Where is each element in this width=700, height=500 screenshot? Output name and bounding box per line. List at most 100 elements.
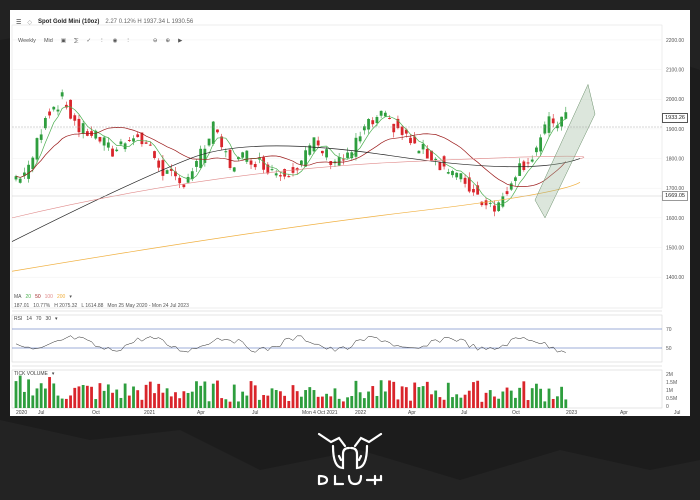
candle[interactable] [52,106,56,110]
candle[interactable] [522,161,526,170]
candle[interactable] [27,164,30,179]
candle[interactable] [106,142,110,148]
annotate-icon[interactable]: ⋮ [99,38,105,44]
candle[interactable] [144,142,148,144]
candle[interactable] [60,92,64,97]
candle[interactable] [211,121,215,144]
candle[interactable] [182,184,186,188]
candle[interactable] [287,176,291,178]
candle[interactable] [69,99,72,119]
candle[interactable] [320,150,324,154]
candle[interactable] [358,136,362,142]
draw-tool-icon[interactable]: ✓ [86,38,91,44]
candle[interactable] [245,150,249,162]
indicators-icon[interactable]: ⅀ [74,38,78,44]
zoom-in-icon[interactable]: ⊕ [166,38,171,44]
candle[interactable] [354,137,358,157]
candle[interactable] [421,143,425,150]
candle[interactable] [535,147,538,153]
candle[interactable] [18,178,22,183]
candle[interactable] [199,148,203,168]
candle[interactable] [153,151,156,158]
rsi-dropdown-icon[interactable]: ▾ [55,316,58,322]
candle[interactable] [48,111,51,116]
candle[interactable] [530,159,534,162]
candle[interactable] [195,160,198,167]
candle[interactable] [564,112,568,119]
chart-type-icon[interactable]: ▣ [61,38,66,44]
chart-window[interactable]: 2200.00 2100.00 2000.00 1900.00 1800.00 1700.… [10,10,690,416]
chart-canvas[interactable]: 2200.002100.002000.001900.001800.001700.… [10,10,690,416]
visibility-icon[interactable]: ◉ [113,38,118,44]
candle[interactable] [224,151,228,153]
candle[interactable] [337,157,341,166]
candle[interactable] [375,116,379,124]
price-type-selector[interactable]: Mid [44,38,53,44]
candle[interactable] [455,172,459,178]
candle[interactable] [497,202,501,212]
candle[interactable] [43,117,47,129]
candle[interactable] [157,160,161,168]
ma-dropdown-icon[interactable]: ▾ [69,294,72,300]
candle[interactable] [161,160,165,176]
candle[interactable] [325,149,328,158]
candle[interactable] [81,123,85,134]
candle[interactable] [484,200,488,206]
volume-dropdown-icon[interactable]: ▾ [52,371,55,377]
candle[interactable] [35,138,39,160]
candle[interactable] [509,183,513,190]
menu-icon[interactable]: ☰ [16,19,21,26]
candle[interactable] [73,115,77,121]
candle[interactable] [501,196,505,207]
ma50-label[interactable]: 50 [35,294,41,300]
candle[interactable] [459,173,463,180]
candle[interactable] [77,118,81,133]
candle[interactable] [551,118,555,124]
candle[interactable] [547,116,551,133]
candle[interactable] [274,173,278,176]
candle[interactable] [249,160,253,165]
candle[interactable] [434,158,438,161]
candle[interactable] [115,149,119,152]
ma200-label[interactable]: 200 [57,294,65,300]
candle[interactable] [241,152,245,158]
candle[interactable] [341,159,345,161]
zoom-out-icon[interactable]: ⊖ [153,38,158,44]
candle[interactable] [367,119,370,130]
candle[interactable] [270,169,274,171]
candle[interactable] [253,164,257,168]
candle[interactable] [493,205,496,212]
candle[interactable] [417,150,421,154]
candle[interactable] [400,126,404,135]
candle[interactable] [102,137,106,146]
candle[interactable] [425,148,429,159]
candle[interactable] [279,175,282,177]
candle[interactable] [346,152,349,158]
candle[interactable] [316,140,320,146]
candle[interactable] [388,117,391,119]
candle[interactable] [446,172,450,174]
candle[interactable] [283,169,287,177]
candle[interactable] [56,109,60,112]
candle[interactable] [127,140,131,142]
candle[interactable] [228,149,232,168]
candle[interactable] [98,137,102,142]
timeframe-selector[interactable]: Weekly [18,38,36,44]
candle[interactable] [505,191,509,195]
candle[interactable] [132,138,135,142]
scroll-right-icon[interactable]: ▶ [178,38,182,44]
rsi-pane[interactable] [11,314,663,363]
candle[interactable] [207,138,211,146]
candle[interactable] [312,137,316,152]
candle[interactable] [39,134,43,140]
ma100-label[interactable]: 100 [45,294,53,300]
candle[interactable] [438,162,442,171]
candle[interactable] [463,177,467,184]
candle[interactable] [148,144,152,146]
candle[interactable] [514,177,517,181]
ma20-label[interactable]: 20 [26,294,32,300]
candle[interactable] [136,134,140,138]
candle[interactable] [472,189,475,193]
candle[interactable] [165,170,169,174]
candle[interactable] [379,110,383,116]
